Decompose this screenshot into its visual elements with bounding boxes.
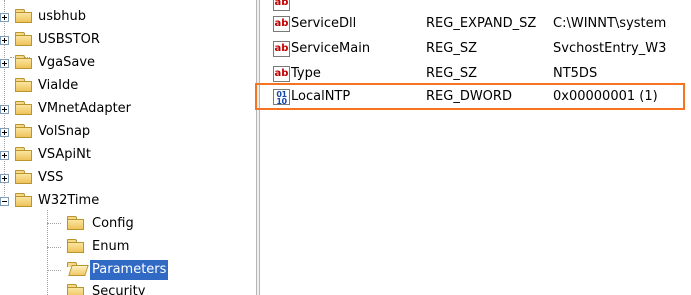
tree-item-label: usbhub <box>38 9 86 24</box>
value-row[interactable]: ab ServiceDll REG_EXPAND_SZ C:\WINNT\sys… <box>260 13 691 35</box>
expand-icon[interactable] <box>0 59 9 68</box>
tree-item-label: W32Time <box>38 193 100 208</box>
folder-icon <box>15 101 33 115</box>
tree-item-label: ViaIde <box>38 78 79 93</box>
folder-icon <box>67 216 85 230</box>
expand-icon[interactable] <box>0 13 9 22</box>
tree-guide-line <box>4 0 5 200</box>
open-folder-icon <box>67 262 89 276</box>
value-type: REG_EXPAND_SZ <box>426 16 537 31</box>
value-data: C:\WINNT\system <box>553 16 667 31</box>
tree-item-label: USBSTOR <box>38 32 100 47</box>
tree-item-label: VolSnap <box>38 124 91 139</box>
folder-icon <box>15 124 33 138</box>
value-row[interactable]: ab ServiceMain REG_SZ SvchostEntry_W3 <box>260 38 691 60</box>
string-value-icon: ab <box>273 16 290 32</box>
folder-icon <box>15 147 33 161</box>
tree-item-label: Parameters <box>90 260 169 280</box>
expand-icon[interactable] <box>0 174 9 183</box>
tree-guide-line <box>47 223 61 224</box>
tree-item-label: VSS <box>38 170 64 185</box>
tree-item-label: Config <box>92 216 134 231</box>
tree-item-label: VgaSave <box>38 55 96 70</box>
value-name: ServiceMain <box>291 41 371 56</box>
value-data: NT5DS <box>553 66 598 81</box>
tree-item-label: Enum <box>92 239 130 254</box>
registry-values-list: ab ab ServiceDll REG_EXPAND_SZ C:\WINNT\… <box>260 0 691 295</box>
expand-icon[interactable] <box>0 128 9 137</box>
folder-icon <box>15 55 33 69</box>
string-value-icon: ab <box>273 0 290 11</box>
folder-icon <box>15 9 33 23</box>
expand-icon[interactable] <box>0 105 9 114</box>
folder-icon <box>15 193 33 207</box>
tree-item-label: VMnetAdapter <box>38 101 132 116</box>
value-data: SvchostEntry_W3 <box>553 41 667 56</box>
expand-icon[interactable] <box>0 151 9 160</box>
value-type: REG_SZ <box>426 66 477 81</box>
value-row[interactable]: ab <box>260 0 691 12</box>
folder-icon <box>15 170 33 184</box>
folder-icon <box>15 78 33 92</box>
value-type: REG_SZ <box>426 41 477 56</box>
value-row[interactable]: ab Type REG_SZ NT5DS <box>260 63 691 85</box>
expand-icon[interactable] <box>0 36 9 45</box>
value-name: Type <box>291 66 321 81</box>
collapse-icon[interactable] <box>0 197 9 206</box>
highlight-box <box>255 83 685 110</box>
registry-key-tree: usbhub USBSTOR VgaSave ViaIde VMnetAdapt… <box>0 0 232 295</box>
string-value-icon: ab <box>273 66 290 82</box>
tree-item-label: VSApiNt <box>38 147 91 162</box>
tree-guide-line <box>47 247 61 248</box>
folder-icon <box>67 239 85 253</box>
tree-guide-line <box>47 270 61 271</box>
string-value-icon: ab <box>273 41 290 57</box>
folder-icon <box>15 32 33 46</box>
value-name: ServiceDll <box>291 16 357 31</box>
tree-item-label: Security <box>92 284 146 295</box>
folder-icon <box>67 284 85 295</box>
